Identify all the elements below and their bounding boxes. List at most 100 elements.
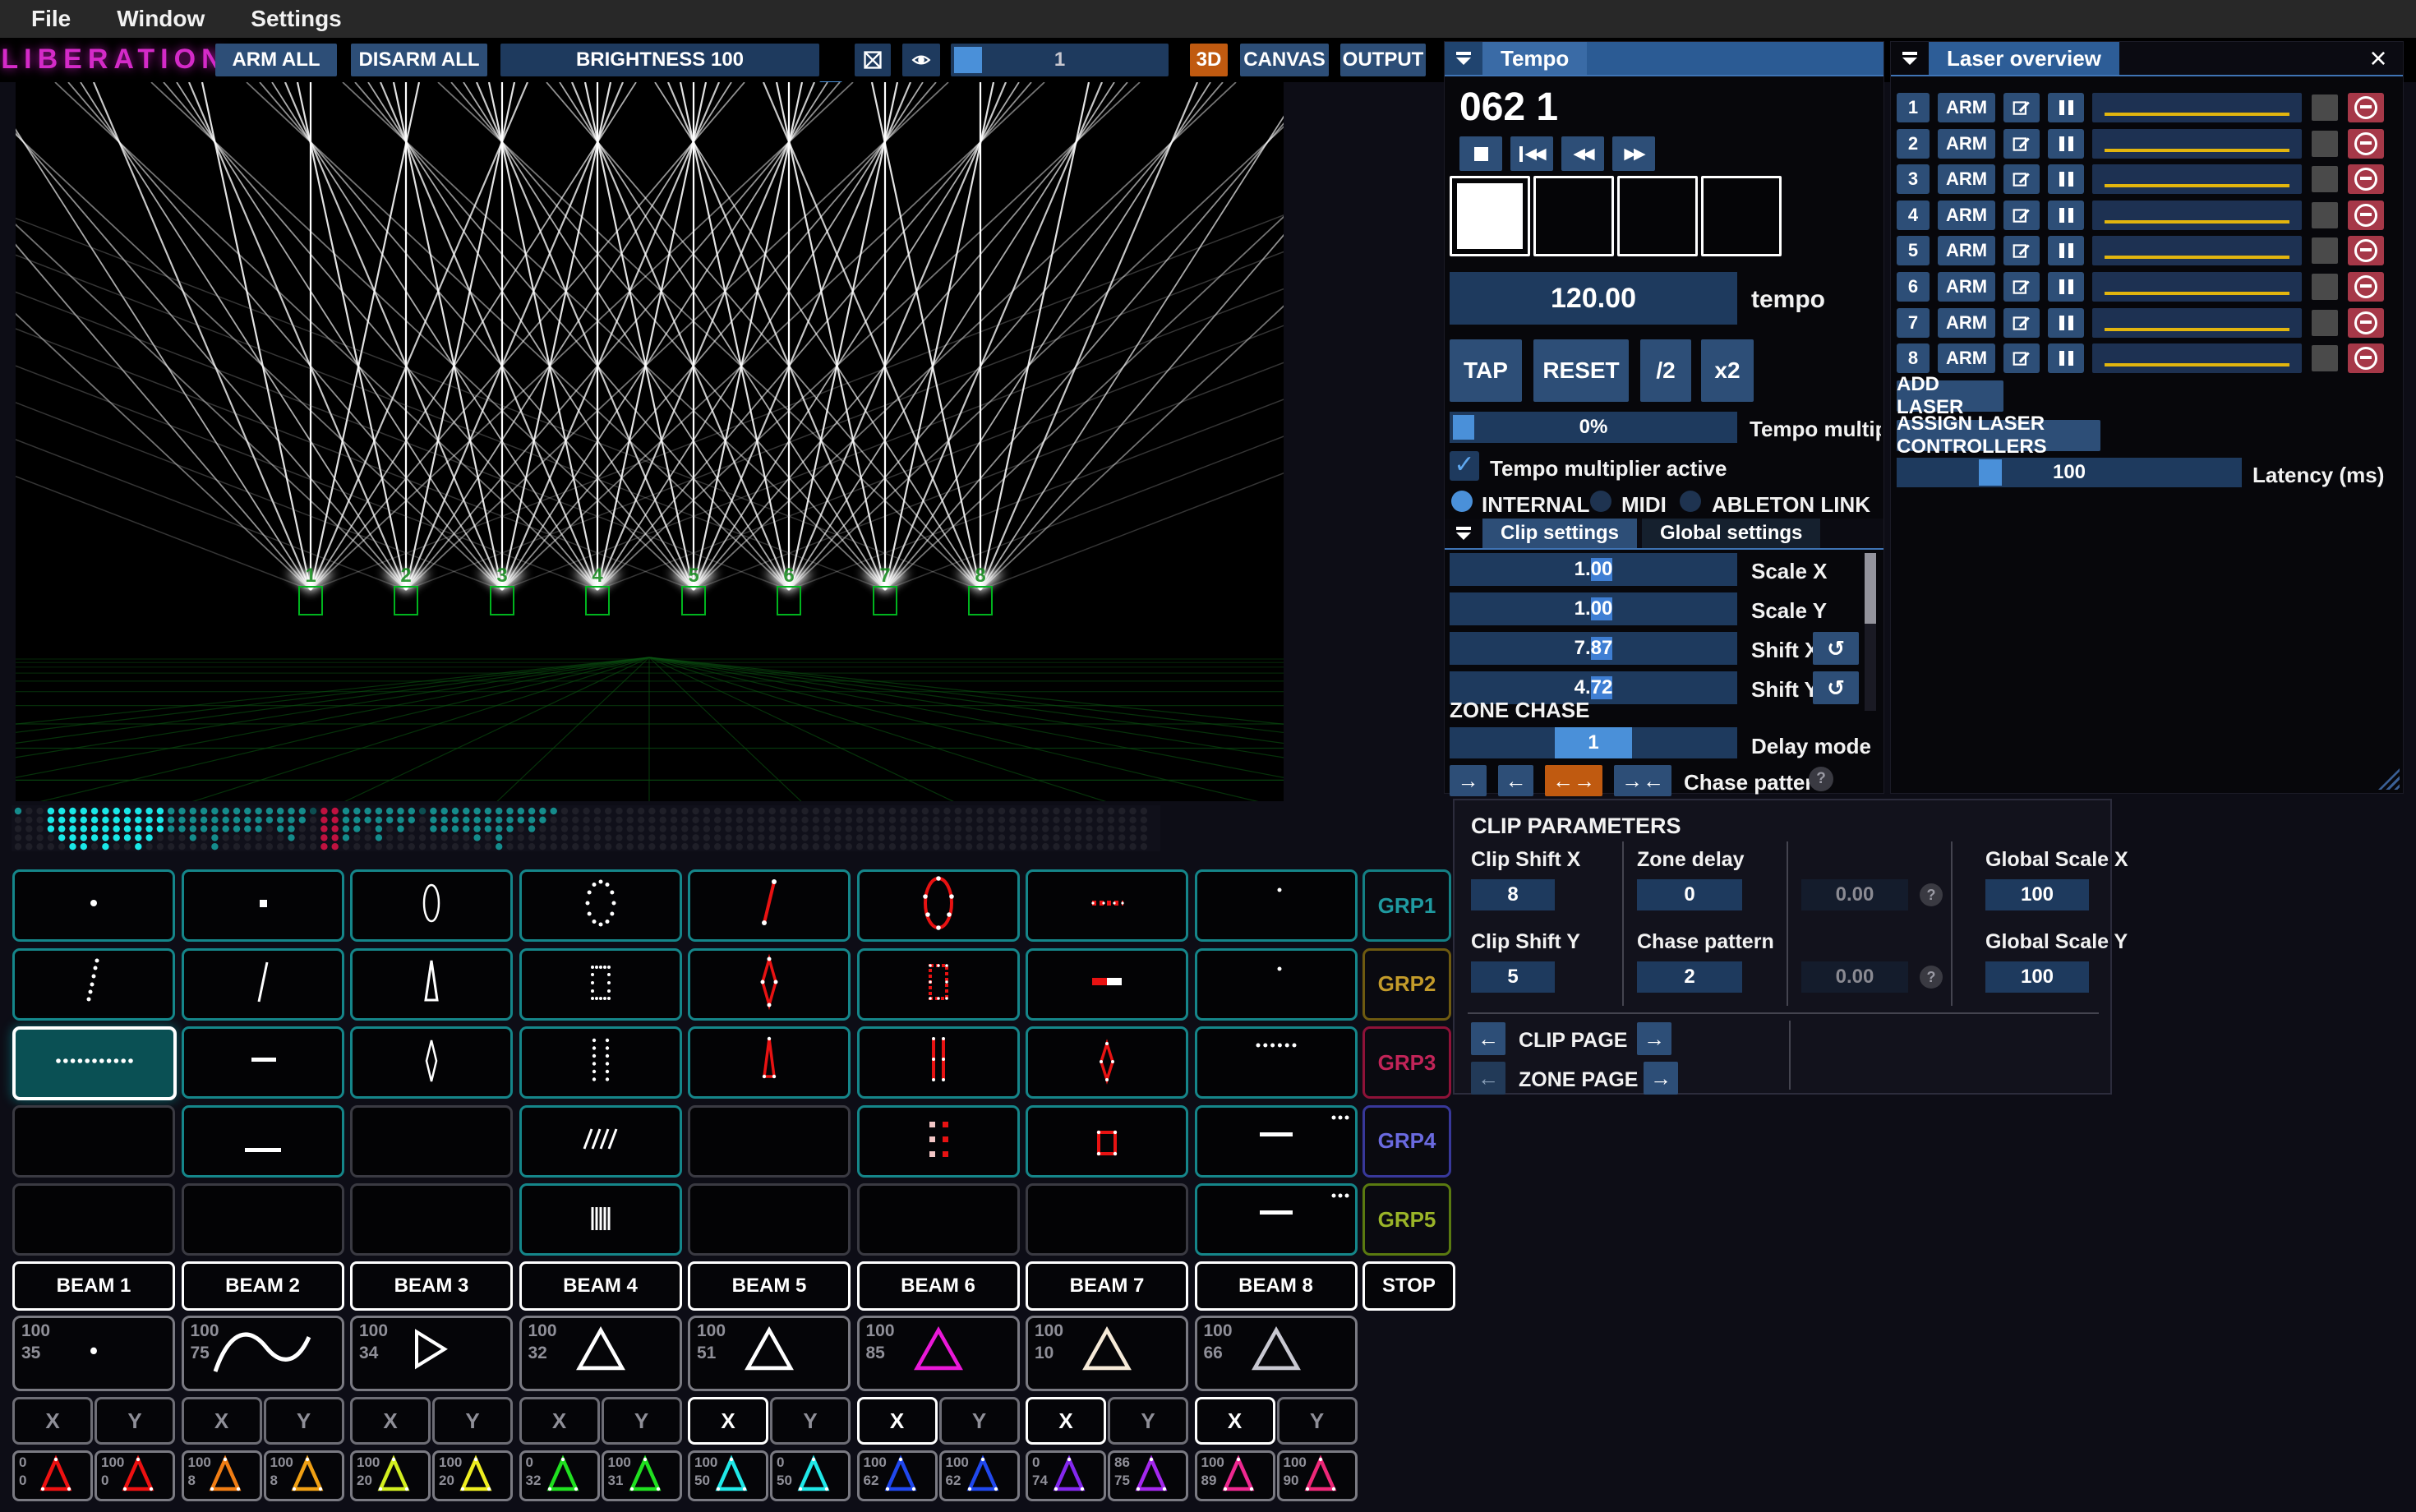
zone-cell-15[interactable]: 10089 bbox=[1195, 1450, 1275, 1501]
clip-cell-r3-c8[interactable] bbox=[1195, 1026, 1358, 1099]
beam-fader-3[interactable]: 10034 bbox=[350, 1316, 513, 1391]
tab-laser-overview[interactable]: Laser overview bbox=[1929, 42, 2119, 75]
xy-toggle-5-y[interactable]: Y bbox=[770, 1397, 851, 1445]
zone-cell-11[interactable]: 10062 bbox=[857, 1450, 938, 1501]
laser-edit-icon-6[interactable] bbox=[2003, 272, 2040, 302]
param-help-icon[interactable]: ? bbox=[1920, 883, 1943, 906]
clip-cell-r5-c2[interactable] bbox=[182, 1183, 344, 1256]
beam-button-6[interactable]: BEAM 6 bbox=[857, 1261, 1020, 1311]
delay-mode-slider[interactable]: 1 bbox=[1450, 727, 1737, 758]
clock-source-radio-ableton-link[interactable] bbox=[1680, 491, 1701, 512]
laser-disable-button-2[interactable] bbox=[2348, 129, 2384, 159]
chase-pattern-4-button[interactable]: →← bbox=[1614, 765, 1671, 796]
chase-pattern-2-button[interactable]: ← bbox=[1498, 765, 1533, 796]
brightness-slider[interactable]: BRIGHTNESS 100 bbox=[500, 44, 819, 76]
clip-cell-r5-c8[interactable] bbox=[1195, 1183, 1358, 1256]
box-x-icon[interactable] bbox=[855, 44, 891, 76]
clip-cell-r3-c1[interactable] bbox=[12, 1026, 177, 1100]
clip-cell-r3-c5[interactable] bbox=[688, 1026, 851, 1099]
xy-toggle-6-x[interactable]: X bbox=[857, 1397, 938, 1445]
menu-item-settings[interactable]: Settings bbox=[251, 6, 341, 32]
clip-cell-r5-c1[interactable] bbox=[12, 1183, 175, 1256]
beam-button-4[interactable]: BEAM 4 bbox=[519, 1261, 682, 1311]
latency-slider[interactable]: 100 bbox=[1897, 458, 2242, 487]
xy-toggle-2-y[interactable]: Y bbox=[264, 1397, 344, 1445]
laser-edit-icon-4[interactable] bbox=[2003, 201, 2040, 230]
close-icon[interactable]: × bbox=[2362, 42, 2395, 75]
laser-arm-button-2[interactable]: ARM bbox=[1938, 129, 1995, 159]
fast-forward-icon[interactable]: ▶▶ bbox=[1612, 136, 1655, 171]
clip-cell-r1-c3[interactable] bbox=[350, 869, 513, 942]
canvas-view-button[interactable]: CANVAS bbox=[1240, 44, 1329, 76]
clip-page-prev-button[interactable]: ← bbox=[1471, 1022, 1505, 1055]
tempo-multiplier-slider[interactable]: 0% bbox=[1450, 412, 1737, 443]
beam-button-3[interactable]: BEAM 3 bbox=[350, 1261, 513, 1311]
clip-cell-r4-c4[interactable] bbox=[519, 1105, 682, 1178]
laser-level-bar-8[interactable] bbox=[2092, 343, 2302, 373]
clip-cell-r4-c2[interactable] bbox=[182, 1105, 344, 1178]
laser-arm-button-7[interactable]: ARM bbox=[1938, 308, 1995, 338]
zone-cell-7[interactable]: 032 bbox=[519, 1450, 600, 1501]
zone-cell-10[interactable]: 050 bbox=[770, 1450, 851, 1501]
laser-level-bar-4[interactable] bbox=[2092, 201, 2302, 230]
tempo-multiplier-checkbox[interactable]: ✓ bbox=[1450, 451, 1479, 481]
clock-source-radio-internal[interactable] bbox=[1451, 491, 1473, 512]
xy-toggle-6-y[interactable]: Y bbox=[939, 1397, 1020, 1445]
laser-disable-button-8[interactable] bbox=[2348, 343, 2384, 373]
group-button-grp2[interactable]: GRP2 bbox=[1362, 948, 1451, 1021]
setting-field-shift-x[interactable]: 7.87 bbox=[1450, 632, 1737, 665]
laser-color-swatch-8[interactable] bbox=[2312, 345, 2338, 371]
clip-cell-r5-c3[interactable] bbox=[350, 1183, 513, 1256]
tab-global-settings[interactable]: Global settings bbox=[1642, 519, 1820, 548]
assign-laser-controllers-button[interactable]: ASSIGN LASER CONTROLLERS bbox=[1897, 420, 2100, 451]
zone-cell-4[interactable]: 1008 bbox=[264, 1450, 344, 1501]
param-help-icon[interactable]: ? bbox=[1920, 966, 1943, 989]
tempo-value-field[interactable]: 120.00 bbox=[1450, 272, 1737, 325]
beam-fader-6[interactable]: 10085 bbox=[857, 1316, 1020, 1391]
laser-disable-button-4[interactable] bbox=[2348, 201, 2384, 230]
clip-cell-r1-c8[interactable] bbox=[1195, 869, 1358, 942]
laser-level-bar-6[interactable] bbox=[2092, 272, 2302, 302]
laser-pause-icon-7[interactable] bbox=[2048, 308, 2084, 338]
zone-cell-8[interactable]: 10031 bbox=[602, 1450, 682, 1501]
arm-all-button[interactable]: ARM ALL bbox=[215, 44, 337, 76]
beam-fader-7[interactable]: 10010 bbox=[1026, 1316, 1188, 1391]
zone-select-slider[interactable]: 1 bbox=[951, 44, 1169, 76]
laser-disable-button-6[interactable] bbox=[2348, 272, 2384, 302]
clip-cell-r1-c7[interactable] bbox=[1026, 869, 1188, 942]
add-laser-button[interactable]: ADD LASER bbox=[1897, 380, 2003, 412]
beam-fader-2[interactable]: 10075 bbox=[182, 1316, 344, 1391]
beam-fader-4[interactable]: 10032 bbox=[519, 1316, 682, 1391]
laser-arm-button-5[interactable]: ARM bbox=[1938, 236, 1995, 265]
param-field-global-scale-y[interactable]: 100 bbox=[1985, 961, 2089, 993]
3d-view-button[interactable]: 3D bbox=[1190, 44, 1228, 76]
chase-help-icon[interactable]: ? bbox=[1809, 767, 1833, 791]
setting-field-scale-y[interactable]: 1.00 bbox=[1450, 592, 1737, 625]
laser-pause-icon-8[interactable] bbox=[2048, 343, 2084, 373]
group-button-grp5[interactable]: GRP5 bbox=[1362, 1183, 1451, 1256]
beam-button-2[interactable]: BEAM 2 bbox=[182, 1261, 344, 1311]
clip-cell-r3-c3[interactable] bbox=[350, 1026, 513, 1099]
xy-toggle-7-y[interactable]: Y bbox=[1108, 1397, 1188, 1445]
param-field-clip-shift-y[interactable]: 5 bbox=[1471, 961, 1555, 993]
zone-cell-9[interactable]: 10050 bbox=[688, 1450, 768, 1501]
clock-source-radio-midi[interactable] bbox=[1590, 491, 1611, 512]
clip-cell-r4-c6[interactable] bbox=[857, 1105, 1020, 1178]
param-field-chase-pattern[interactable]: 2 bbox=[1637, 961, 1742, 993]
xy-toggle-5-x[interactable]: X bbox=[688, 1397, 768, 1445]
chase-pattern-1-button[interactable]: → bbox=[1450, 765, 1487, 796]
laser-edit-icon-2[interactable] bbox=[2003, 129, 2040, 159]
param-field-extra-0[interactable]: 0.00 bbox=[1801, 879, 1908, 910]
clip-cell-r4-c5[interactable] bbox=[688, 1105, 851, 1178]
xy-toggle-3-x[interactable]: X bbox=[350, 1397, 431, 1445]
tab-tempo[interactable]: Tempo bbox=[1482, 42, 1587, 75]
zone-cell-6[interactable]: 10020 bbox=[432, 1450, 513, 1501]
laser-color-swatch-3[interactable] bbox=[2312, 166, 2338, 192]
laser-disable-button-5[interactable] bbox=[2348, 236, 2384, 265]
clip-cell-r2-c8[interactable] bbox=[1195, 948, 1358, 1021]
laser-arm-button-8[interactable]: ARM bbox=[1938, 343, 1995, 373]
laser-level-bar-1[interactable] bbox=[2092, 93, 2302, 122]
xy-toggle-8-x[interactable]: X bbox=[1195, 1397, 1275, 1445]
param-field-clip-shift-x[interactable]: 8 bbox=[1471, 879, 1555, 910]
laser-color-swatch-1[interactable] bbox=[2312, 94, 2338, 121]
